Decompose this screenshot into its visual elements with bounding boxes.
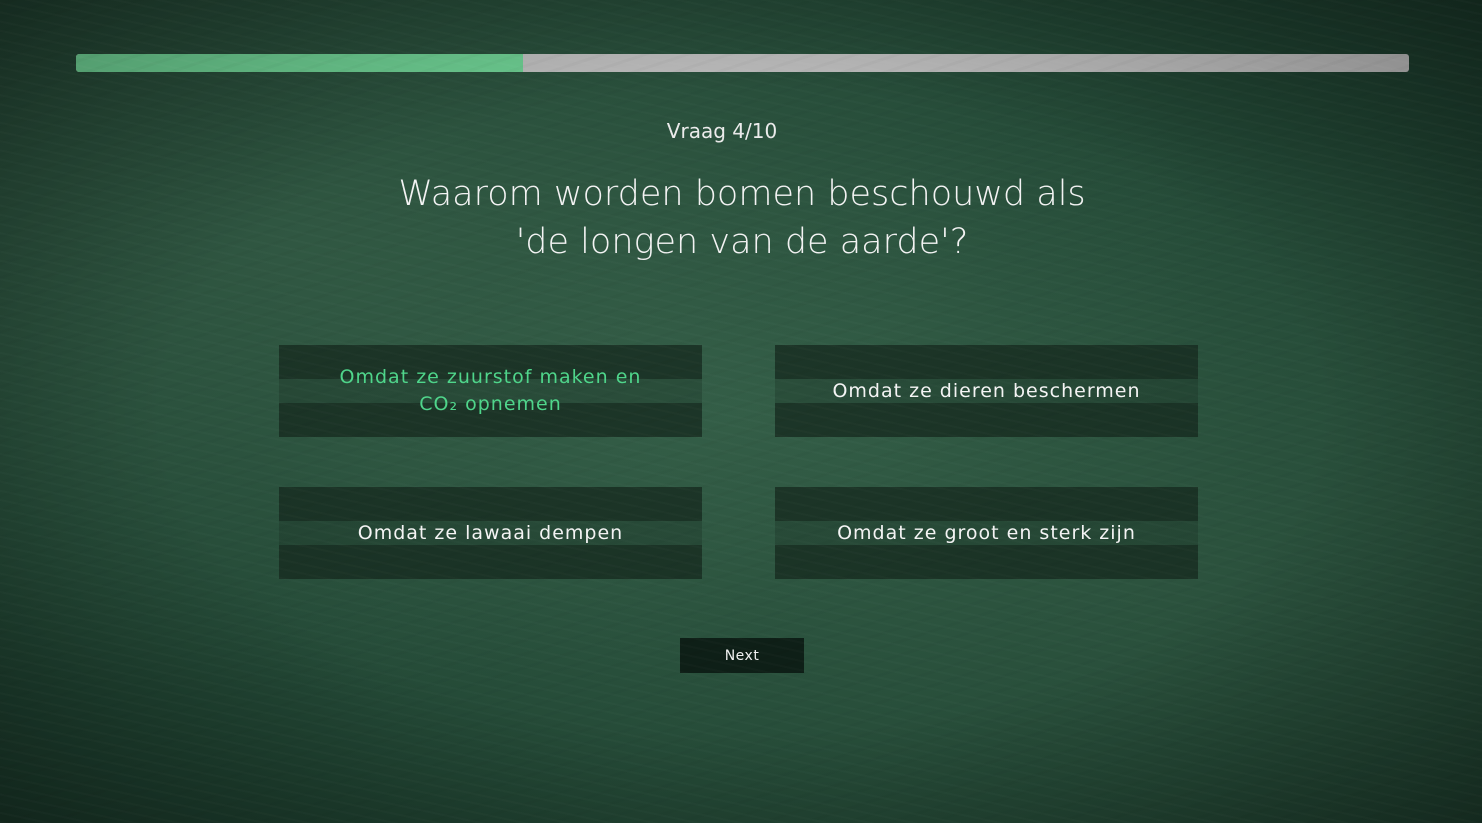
answer-option-d[interactable]: Omdat ze groot en sterk zijn [775,487,1198,579]
question-line-2: 'de longen van de aarde'? [515,222,969,262]
question-text: Waarom worden bomen beschouwd als 'de lo… [360,170,1124,266]
answer-option-label: Omdat ze lawaai dempen [357,521,624,544]
progress-bar-fill [76,54,523,72]
answer-option-label: Omdat ze zuurstof maken en CO₂ opnemen [339,366,642,415]
answer-option-a[interactable]: Omdat ze zuurstof maken en CO₂ opnemen [279,345,702,437]
progress-bar [76,54,1409,72]
answer-option-label: Omdat ze groot en sterk zijn [837,521,1136,544]
question-counter: Vraag 4/10 [666,119,778,143]
answer-option-label: Omdat ze dieren beschermen [832,379,1141,402]
next-button[interactable]: Next [680,638,804,673]
question-line-1: Waarom worden bomen beschouwd als [398,174,1086,214]
answer-option-b[interactable]: Omdat ze dieren beschermen [775,345,1198,437]
answer-option-c[interactable]: Omdat ze lawaai dempen [279,487,702,579]
